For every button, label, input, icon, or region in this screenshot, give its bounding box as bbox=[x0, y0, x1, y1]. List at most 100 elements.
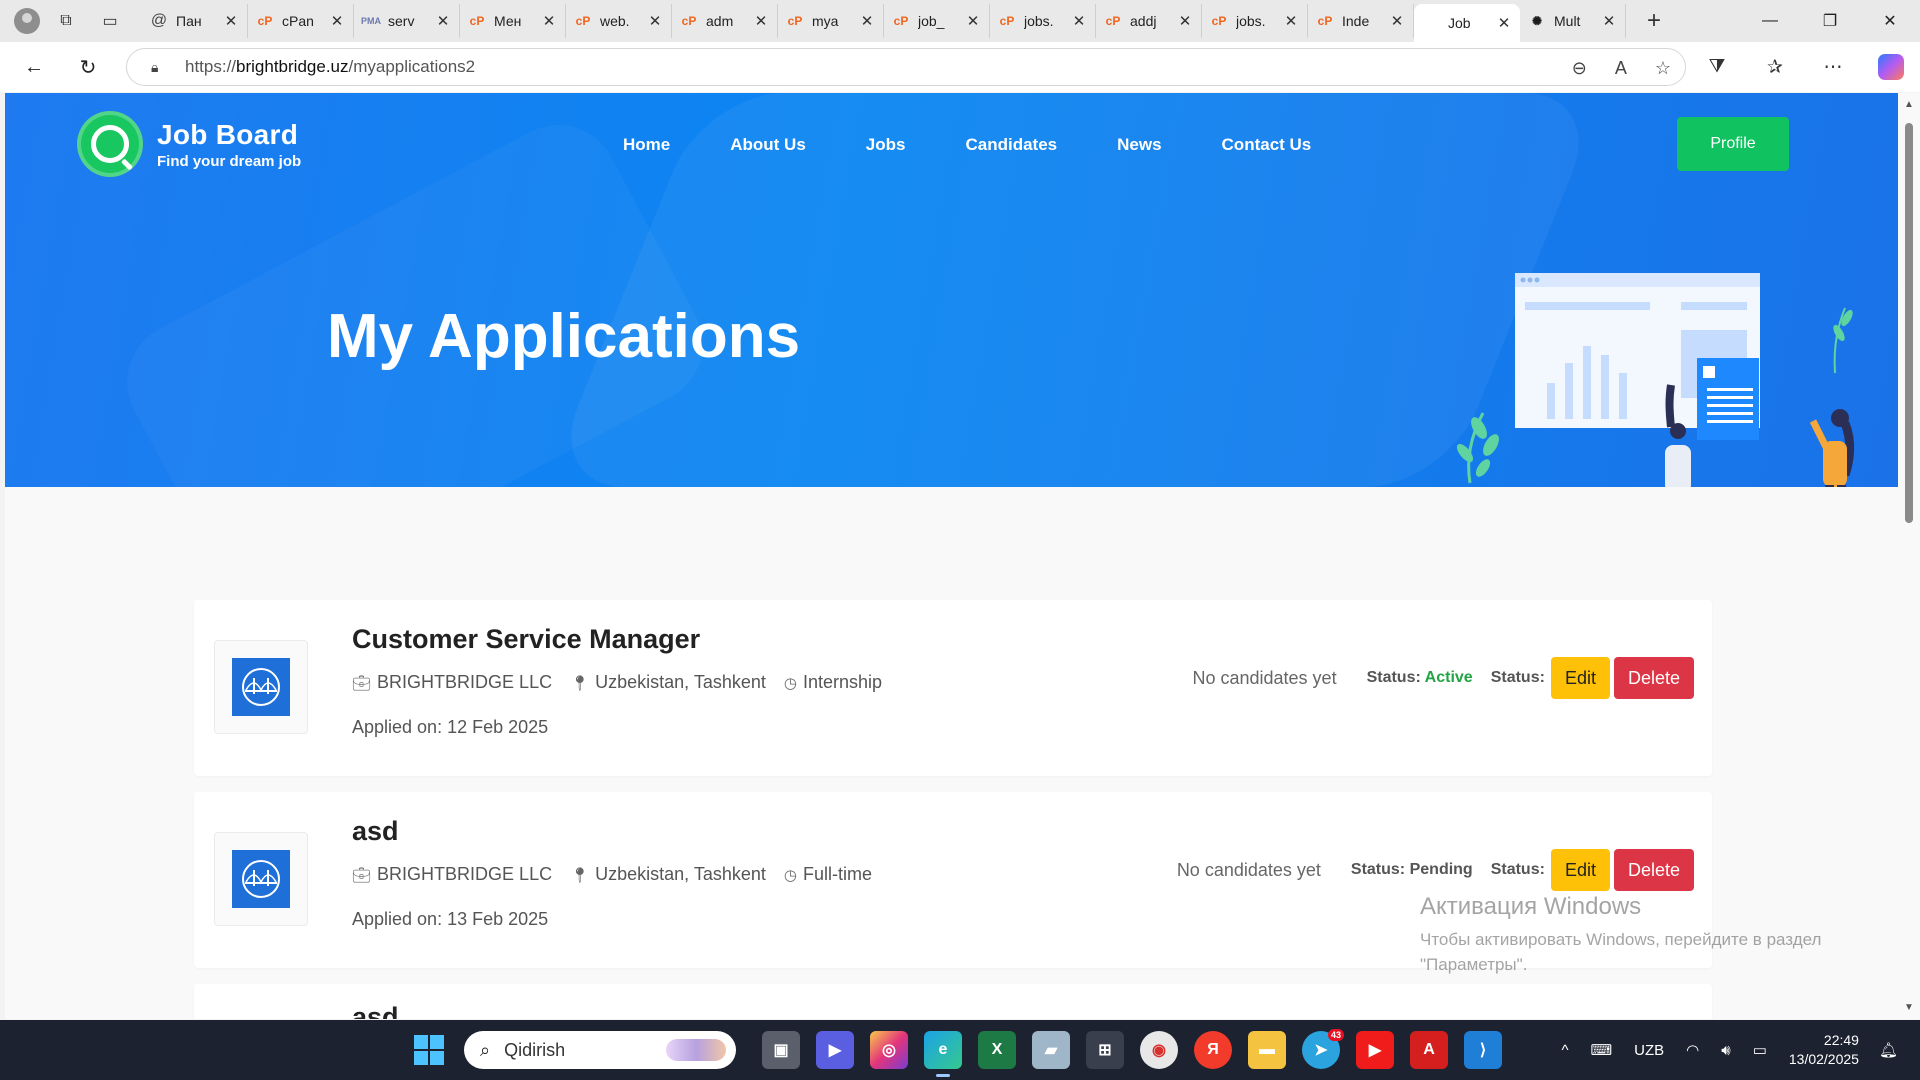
chevron-up-icon[interactable]: ^ bbox=[1561, 1042, 1568, 1059]
search-placeholder: Qidirish bbox=[504, 1039, 566, 1060]
site-logo[interactable]: Job Board Find your dream job bbox=[77, 111, 301, 177]
task-view-icon[interactable]: ▣ bbox=[762, 1031, 800, 1069]
taskbar-search[interactable]: ⌕ Qidirish bbox=[464, 1031, 736, 1069]
instagram-icon[interactable]: ◎ bbox=[870, 1031, 908, 1069]
close-icon[interactable]: ✕ bbox=[1496, 14, 1512, 32]
watermark-title: Активация Windows bbox=[1420, 893, 1642, 920]
notification-bell-icon[interactable]: 🔔︎ bbox=[1879, 1041, 1898, 1059]
company-logo bbox=[214, 832, 308, 926]
favorite-star-icon[interactable]: ☆ bbox=[1655, 58, 1671, 79]
edit-button[interactable]: Edit bbox=[1550, 849, 1610, 891]
url-text[interactable]: https://brightbridge.uz/myapplications2 bbox=[185, 57, 475, 77]
new-tab-icon[interactable]: + bbox=[1636, 3, 1672, 39]
browser-tab[interactable]: cP cPan ✕ bbox=[248, 4, 354, 38]
profile-avatar-icon[interactable] bbox=[14, 8, 40, 34]
browser-tab[interactable]: cP mya ✕ bbox=[778, 4, 884, 38]
browser-tab[interactable]: cP addj ✕ bbox=[1096, 4, 1202, 38]
extensions-icon[interactable]: ⧩ bbox=[1688, 56, 1746, 78]
browser-tab[interactable]: cP job_ ✕ bbox=[884, 4, 990, 38]
delete-button[interactable]: Delete bbox=[1613, 849, 1694, 891]
job-location: Uzbekistan, Tashkent bbox=[595, 864, 766, 884]
close-icon[interactable]: ✕ bbox=[1601, 12, 1617, 30]
menu-contact-us[interactable]: Contact Us bbox=[1222, 135, 1312, 155]
clock[interactable]: 22:49 13/02/2025 bbox=[1789, 1031, 1859, 1069]
favorites-icon[interactable]: ✰ bbox=[1746, 56, 1804, 79]
more-icon[interactable]: ⋯ bbox=[1804, 56, 1862, 79]
close-icon[interactable]: ✕ bbox=[435, 12, 451, 30]
start-windows-icon[interactable] bbox=[414, 1035, 444, 1065]
close-icon[interactable]: ✕ bbox=[541, 12, 557, 30]
menu-news[interactable]: News bbox=[1117, 135, 1161, 155]
browser-tab[interactable]: cP web. ✕ bbox=[566, 4, 672, 38]
delete-button[interactable]: Delete bbox=[1613, 657, 1694, 699]
close-icon[interactable]: ✕ bbox=[1283, 12, 1299, 30]
yandex-icon[interactable]: Я bbox=[1194, 1031, 1232, 1069]
edge-browser-icon[interactable]: e bbox=[924, 1031, 962, 1077]
job-title[interactable]: asd bbox=[352, 1002, 399, 1019]
vscode-icon[interactable]: ⟩ bbox=[1464, 1031, 1502, 1069]
copilot-icon[interactable] bbox=[1862, 54, 1920, 80]
close-icon[interactable]: ✕ bbox=[223, 12, 239, 30]
close-icon[interactable]: ✕ bbox=[1177, 12, 1193, 30]
cpanel-icon: cP bbox=[1211, 14, 1227, 28]
close-icon[interactable]: ✕ bbox=[647, 12, 663, 30]
scroll-down-icon[interactable]: ▼ bbox=[1904, 1002, 1914, 1013]
browser-tab[interactable]: cP Мен ✕ bbox=[460, 4, 566, 38]
minimize-icon[interactable]: — bbox=[1740, 0, 1800, 42]
lock-icon[interactable]: 🔒︎ bbox=[151, 59, 167, 76]
address-bar[interactable]: 🔒︎ https://brightbridge.uz/myapplication… bbox=[126, 48, 1686, 86]
notepad-icon[interactable]: ▰ bbox=[1032, 1031, 1070, 1069]
meet-icon[interactable]: ▶ bbox=[816, 1031, 854, 1069]
menu-home[interactable]: Home bbox=[623, 135, 670, 155]
back-icon[interactable]: ← bbox=[14, 47, 54, 87]
close-icon[interactable]: ✕ bbox=[329, 12, 345, 30]
tab-title: serv bbox=[388, 13, 415, 29]
telegram-icon[interactable]: ➤ 43 bbox=[1302, 1029, 1344, 1069]
microsoft-store-icon[interactable]: ⊞ bbox=[1086, 1031, 1124, 1069]
workspaces-icon[interactable]: ⧉ bbox=[48, 3, 84, 39]
chrome-icon[interactable]: ◉ bbox=[1140, 1031, 1178, 1069]
browser-tab[interactable]: cP jobs. ✕ bbox=[1202, 4, 1308, 38]
read-aloud-icon[interactable]: A bbox=[1615, 58, 1627, 79]
close-icon[interactable]: ✕ bbox=[859, 12, 875, 30]
excel-icon[interactable]: X bbox=[978, 1031, 1016, 1069]
vertical-tabs-icon[interactable]: ▭ bbox=[92, 3, 128, 39]
language-indicator[interactable]: UZB bbox=[1634, 1042, 1664, 1059]
close-icon[interactable]: ✕ bbox=[753, 12, 769, 30]
browser-tab[interactable]: @ Пан ✕ bbox=[142, 4, 248, 38]
page-scrollbar[interactable]: ▲ ▼ bbox=[1898, 93, 1920, 1019]
job-title[interactable]: Customer Service Manager bbox=[352, 624, 700, 655]
candidates-count: No candidates yet bbox=[1192, 667, 1337, 688]
close-window-icon[interactable]: ✕ bbox=[1860, 0, 1920, 42]
restore-icon[interactable]: ❐ bbox=[1800, 0, 1860, 42]
menu-about-us[interactable]: About Us bbox=[730, 135, 806, 155]
close-icon[interactable]: ✕ bbox=[1071, 12, 1087, 30]
close-icon[interactable]: ✕ bbox=[1389, 12, 1405, 30]
wifi-icon[interactable]: ◠ bbox=[1686, 1041, 1699, 1059]
browser-tab[interactable]: PMA serv ✕ bbox=[354, 4, 460, 38]
browser-tab[interactable]: cP jobs. ✕ bbox=[990, 4, 1096, 38]
file-explorer-icon[interactable]: ▬ bbox=[1248, 1031, 1286, 1069]
edit-button[interactable]: Edit bbox=[1550, 657, 1610, 699]
profile-button[interactable]: Profile bbox=[1677, 117, 1789, 171]
scrollbar-thumb[interactable] bbox=[1905, 123, 1913, 523]
browser-tab-active[interactable]: Job ✕ bbox=[1414, 4, 1520, 42]
company-item: 💼︎ BRIGHTBRIDGE LLC bbox=[352, 864, 552, 885]
browser-tab[interactable]: ✺ Mult ✕ bbox=[1520, 4, 1626, 38]
keyboard-icon[interactable]: ⌨ bbox=[1590, 1041, 1612, 1059]
youtube-icon[interactable]: ▶ bbox=[1356, 1031, 1394, 1069]
browser-tab[interactable]: cP adm ✕ bbox=[672, 4, 778, 38]
menu-jobs[interactable]: Jobs bbox=[866, 135, 906, 155]
menu-candidates[interactable]: Candidates bbox=[965, 135, 1057, 155]
acrobat-icon[interactable]: A bbox=[1410, 1031, 1448, 1069]
close-icon[interactable]: ✕ bbox=[965, 12, 981, 30]
status-value: Pending bbox=[1409, 861, 1473, 878]
browser-tab[interactable]: cP Inde ✕ bbox=[1308, 4, 1414, 38]
battery-icon[interactable]: ▭ bbox=[1753, 1041, 1767, 1059]
volume-icon[interactable]: 🔊︎ bbox=[1721, 1042, 1730, 1059]
job-title[interactable]: asd bbox=[352, 816, 399, 847]
refresh-icon[interactable]: ↻ bbox=[68, 47, 108, 87]
scroll-up-icon[interactable]: ▲ bbox=[1904, 99, 1914, 110]
zoom-icon[interactable]: ⊖ bbox=[1572, 58, 1587, 79]
card-actions: No candidates yet Status: Pending Status… bbox=[1177, 849, 1694, 891]
